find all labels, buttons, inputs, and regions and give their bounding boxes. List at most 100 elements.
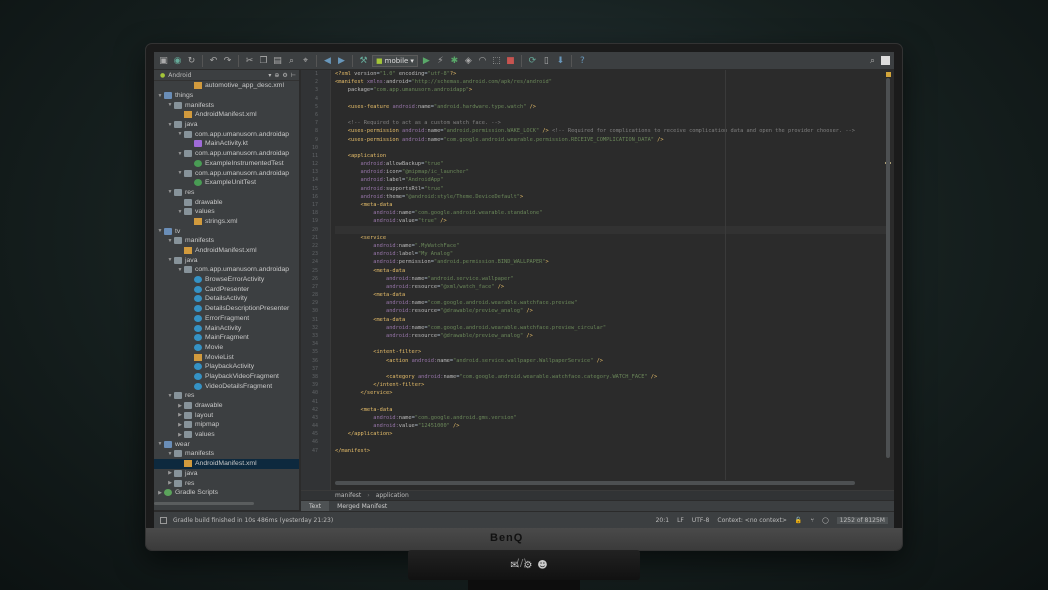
collapse-icon[interactable]: ⊕	[274, 72, 279, 79]
code-line[interactable]: </intent-filter>	[335, 381, 890, 389]
hide-icon[interactable]: ⊢	[291, 72, 296, 79]
run-configuration-select[interactable]: ■ mobile ▾	[372, 54, 418, 67]
code-line[interactable]: package="com.app.umanusorn.androidapp">	[335, 86, 890, 94]
tree-item[interactable]: MainActivity.kt	[154, 139, 299, 149]
build-hammer-icon[interactable]: ⚒	[358, 55, 369, 66]
tree-item[interactable]: MainActivity	[154, 323, 299, 333]
chevron-down-icon[interactable]: ▼	[176, 209, 184, 215]
chevron-right-icon[interactable]: ▶	[176, 412, 184, 418]
tree-item[interactable]: ▶ mipmap	[154, 420, 299, 430]
sync-icon[interactable]: ◉	[172, 55, 183, 66]
cut-icon[interactable]: ✂	[244, 55, 255, 66]
apply-changes-icon[interactable]: ⚡	[435, 55, 446, 66]
code-line[interactable]	[335, 95, 890, 103]
code-line[interactable]: <meta-data	[335, 201, 890, 209]
paste-icon[interactable]: ▤	[272, 55, 283, 66]
file-encoding[interactable]: UTF-8	[692, 517, 710, 524]
code-line[interactable]: android:name="com.google.android.gms.ver…	[335, 414, 890, 422]
code-line[interactable]: android:name="android.service.wallpaper"	[335, 275, 890, 283]
tree-item[interactable]: automotive_app_desc.xml	[154, 81, 299, 91]
tree-item[interactable]: ▼ com.app.umanusorn.androidap	[154, 168, 299, 178]
code-line[interactable]: android:label="AndroidApp"	[335, 176, 890, 184]
code-line[interactable]: android:permission="android.permission.B…	[335, 258, 890, 266]
gear-icon[interactable]: ⚙	[282, 72, 287, 79]
tab-text[interactable]: Text	[301, 500, 330, 512]
tree-item[interactable]: AndroidManifest.xml	[154, 246, 299, 256]
tree-item[interactable]: strings.xml	[154, 217, 299, 227]
code-line[interactable]: </application>	[335, 430, 890, 438]
chevron-down-icon[interactable]: ▼	[166, 451, 174, 457]
project-scrollbar[interactable]	[154, 502, 254, 505]
warning-marker-icon[interactable]	[886, 72, 891, 77]
tree-item[interactable]: ▼ manifests	[154, 100, 299, 110]
tree-item[interactable]: CardPresenter	[154, 284, 299, 294]
tree-item[interactable]: BrowseErrorActivity	[154, 275, 299, 285]
copy-icon[interactable]: ❐	[258, 55, 269, 66]
tree-item[interactable]: drawable	[154, 197, 299, 207]
code-line[interactable]: android:supportsRtl="true"	[335, 185, 890, 193]
replace-icon[interactable]: ⌖	[300, 55, 311, 66]
editor-horizontal-scrollbar[interactable]	[335, 481, 855, 485]
breadcrumb-item[interactable]: manifest	[335, 492, 361, 499]
tree-item[interactable]: DetailsDescriptionPresenter	[154, 304, 299, 314]
editor-vertical-scrollbar[interactable]	[886, 78, 890, 458]
event-log-icon[interactable]: ◯	[822, 517, 829, 524]
tree-item[interactable]: ▼ res	[154, 391, 299, 401]
chevron-right-icon[interactable]: ▶	[166, 480, 174, 486]
chevron-down-icon[interactable]: ▼	[166, 102, 174, 108]
code-line[interactable]: android:label="My Analog"	[335, 250, 890, 258]
code-line[interactable]: android:value="12451000" />	[335, 422, 890, 430]
tree-item[interactable]: ▼ manifests	[154, 449, 299, 459]
code-line[interactable]: </manifest>	[335, 447, 890, 455]
code-line[interactable]	[335, 365, 890, 373]
chevron-down-icon[interactable]: ▼	[176, 151, 184, 157]
tree-item[interactable]: ▼ java	[154, 120, 299, 130]
window-icon[interactable]	[881, 56, 890, 65]
save-icon[interactable]: ▣	[158, 55, 169, 66]
chevron-down-icon[interactable]: ▼	[166, 393, 174, 399]
code-line[interactable]: <manifest xmlns:android="http://schemas.…	[335, 78, 890, 86]
code-line[interactable]: <intent-filter>	[335, 348, 890, 356]
chevron-down-icon[interactable]: ▾	[268, 72, 271, 79]
code-line[interactable]	[335, 340, 890, 348]
tree-item[interactable]: AndroidManifest.xml	[154, 458, 299, 469]
tree-item[interactable]: ▶ Gradle Scripts	[154, 488, 299, 498]
chevron-down-icon[interactable]: ▼	[166, 189, 174, 195]
tree-item[interactable]: ▼ com.app.umanusorn.androidap	[154, 129, 299, 139]
tool-windows-icon[interactable]	[160, 516, 167, 524]
code-line[interactable]: <uses-permission android:name="android.p…	[335, 127, 890, 135]
line-separator[interactable]: LF	[677, 517, 684, 524]
chevron-down-icon[interactable]: ▼	[166, 257, 174, 263]
tree-item[interactable]: DetailsActivity	[154, 294, 299, 304]
code-line[interactable]	[335, 225, 890, 234]
tree-item[interactable]: ▼ com.app.umanusorn.androidap	[154, 149, 299, 159]
code-line[interactable]: android:name=".MyWatchFace"	[335, 242, 890, 250]
tree-item[interactable]: ErrorFragment	[154, 314, 299, 324]
tree-item[interactable]: ▼ tv	[154, 226, 299, 236]
code-line[interactable]: android:allowBackup="true"	[335, 160, 890, 168]
chevron-right-icon[interactable]: ▶	[176, 432, 184, 438]
project-view-header[interactable]: ● Android ▾ ⊕ ⚙ ⊢	[154, 70, 299, 81]
status-message[interactable]: Gradle build finished in 10s 486ms (yest…	[173, 517, 333, 524]
code-line[interactable]: android:name="com.google.android.wearabl…	[335, 209, 890, 217]
code-line[interactable]: <meta-data	[335, 316, 890, 324]
gradle-sync-icon[interactable]: ⟳	[527, 55, 538, 66]
lock-icon[interactable]: 🔓	[795, 517, 802, 524]
code-line[interactable]: <application	[335, 152, 890, 160]
tree-item[interactable]: MovieList	[154, 352, 299, 362]
code-line[interactable]: </service>	[335, 389, 890, 397]
code-line[interactable]: <meta-data	[335, 291, 890, 299]
undo-icon[interactable]: ↶	[208, 55, 219, 66]
code-area[interactable]: <?xml version="1.0" encoding="utf-8"?> <m…	[335, 70, 890, 490]
code-line[interactable]: <action android:name="android.service.wa…	[335, 357, 890, 365]
caret-position[interactable]: 20:1	[656, 517, 669, 524]
project-view-mode[interactable]: Android	[168, 72, 191, 79]
code-line[interactable]: android:name="com.google.android.wearabl…	[335, 299, 890, 307]
forward-icon[interactable]: ▶	[336, 55, 347, 66]
tree-item[interactable]: PlaybackVideoFragment	[154, 372, 299, 382]
code-line[interactable]: <uses-feature android:name="android.hard…	[335, 103, 890, 111]
tree-item[interactable]: ▼ java	[154, 255, 299, 265]
find-icon[interactable]: ⌕	[286, 55, 297, 66]
tree-item[interactable]: ▶ values	[154, 430, 299, 440]
run-icon[interactable]: ▶	[421, 55, 432, 66]
